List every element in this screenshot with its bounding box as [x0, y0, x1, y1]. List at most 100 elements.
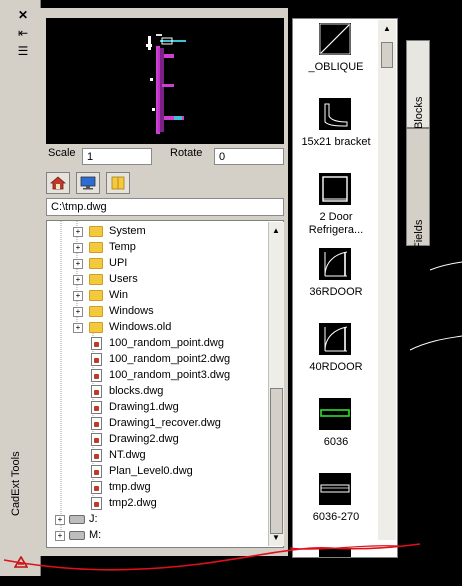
- folder-icon: [89, 290, 103, 301]
- tree-folder-row[interactable]: + Temp: [47, 239, 267, 255]
- folder-icon: [111, 176, 125, 190]
- preview-image-icon: [146, 34, 186, 134]
- scale-input[interactable]: 1: [82, 148, 152, 165]
- block-label[interactable]: 36RDOOR: [293, 286, 379, 299]
- tree-folder-row[interactable]: + Windows.old: [47, 319, 267, 335]
- properties-button[interactable]: ☰: [14, 44, 32, 58]
- tree-file-label: 100_random_point2.dwg: [109, 353, 231, 365]
- desktop-icon: [80, 176, 96, 190]
- door-icon[interactable]: [319, 248, 351, 280]
- block-label[interactable]: 15x21 bracket: [293, 136, 379, 149]
- bracket-icon[interactable]: [319, 98, 351, 130]
- dwg-file-icon: [91, 433, 102, 446]
- desktop-button[interactable]: [76, 172, 100, 194]
- tree-file-row[interactable]: 100_random_point.dwg: [47, 335, 267, 351]
- block-label[interactable]: 6036: [293, 436, 379, 449]
- tree-folder-label: UPI: [109, 257, 128, 269]
- rotate-label: Rotate: [170, 147, 203, 159]
- expand-icon[interactable]: +: [73, 307, 83, 317]
- green-bar-icon[interactable]: [319, 398, 351, 430]
- block-label[interactable]: 2 Door Refrigera...: [293, 211, 379, 237]
- tree-scroll-thumb[interactable]: [270, 388, 283, 534]
- tree-file-label: Drawing1_recover.dwg: [109, 417, 221, 429]
- palette-scrollbar[interactable]: ▲: [378, 20, 396, 540]
- block-label[interactable]: 40RDOOR: [293, 361, 379, 374]
- tree-file-row[interactable]: Drawing2.dwg: [47, 431, 267, 447]
- expand-icon[interactable]: +: [73, 275, 83, 285]
- door-icon[interactable]: [319, 323, 351, 355]
- tree-drive-label: J:: [89, 513, 98, 525]
- tree-scrollbar[interactable]: ▲ ▼: [268, 222, 284, 546]
- dwg-file-icon: [91, 449, 102, 462]
- folder-icon: [89, 306, 103, 317]
- expand-icon[interactable]: +: [73, 291, 83, 301]
- expand-icon[interactable]: +: [55, 515, 65, 525]
- scale-label: Scale: [48, 147, 76, 159]
- home-button[interactable]: [46, 172, 70, 194]
- dwg-file-icon: [91, 337, 102, 350]
- dwg-file-icon: [91, 401, 102, 414]
- close-button[interactable]: ✕: [14, 8, 32, 22]
- expand-icon[interactable]: +: [73, 323, 83, 333]
- palette-title: CadExt Tools: [10, 451, 22, 516]
- tree-drive-row[interactable]: + J:: [47, 511, 267, 527]
- palette-scroll-thumb[interactable]: [381, 42, 393, 68]
- file-tree[interactable]: + System + Temp + UPI + Users + Win + Windows + Windo…: [46, 220, 284, 548]
- folder-icon: [89, 226, 103, 237]
- tree-folder-label: Users: [109, 273, 138, 285]
- tree-file-row[interactable]: blocks.dwg: [47, 383, 267, 399]
- dwg-file-icon: [91, 353, 102, 366]
- tree-file-row[interactable]: tmp.dwg: [47, 479, 267, 495]
- tree-folder-row[interactable]: + System: [47, 223, 267, 239]
- autohide-button[interactable]: ⇤: [14, 26, 32, 40]
- tree-file-label: tmp.dwg: [109, 481, 151, 493]
- tree-file-row[interactable]: Plan_Level0.dwg: [47, 463, 267, 479]
- tree-file-row[interactable]: Drawing1_recover.dwg: [47, 415, 267, 431]
- drive-icon: [69, 531, 85, 540]
- tree-file-row[interactable]: NT.dwg: [47, 447, 267, 463]
- tree-file-label: NT.dwg: [109, 449, 146, 461]
- tree-folder-label: Windows: [109, 305, 154, 317]
- rotate-input[interactable]: 0: [214, 148, 284, 165]
- expand-icon[interactable]: +: [73, 227, 83, 237]
- folder-icon: [89, 242, 103, 253]
- tab-blocks[interactable]: Blocks: [406, 40, 430, 129]
- tree-file-row[interactable]: Drawing1.dwg: [47, 399, 267, 415]
- tree-folder-row[interactable]: + Win: [47, 287, 267, 303]
- palette-scroll-up-icon[interactable]: ▲: [383, 24, 391, 33]
- tree-folder-row[interactable]: + Windows: [47, 303, 267, 319]
- block-label[interactable]: 6036-270: [293, 511, 379, 524]
- tree-file-label: blocks.dwg: [109, 385, 164, 397]
- expand-icon[interactable]: +: [73, 243, 83, 253]
- tree-file-label: Drawing2.dwg: [109, 433, 179, 445]
- refrigerator-icon[interactable]: [319, 173, 351, 205]
- tree-file-row[interactable]: 100_random_point3.dwg: [47, 367, 267, 383]
- drive-icon: [69, 515, 85, 524]
- tree-folder-row[interactable]: + Users: [47, 271, 267, 287]
- background-drawing-lines: [409, 261, 462, 351]
- dwg-file-icon: [91, 497, 102, 510]
- dwg-file-icon: [91, 369, 102, 382]
- tree-folder-label: System: [109, 225, 146, 237]
- oblique-icon[interactable]: [319, 23, 351, 55]
- tree-file-row[interactable]: 100_random_point2.dwg: [47, 351, 267, 367]
- tree-file-label: Drawing1.dwg: [109, 401, 179, 413]
- dwg-file-icon: [91, 465, 102, 478]
- bar-icon[interactable]: [319, 473, 351, 505]
- tree-file-label: 100_random_point3.dwg: [109, 369, 231, 381]
- tree-file-label: 100_random_point.dwg: [109, 337, 224, 349]
- scroll-up-arrow-icon[interactable]: ▲: [272, 226, 280, 235]
- dwg-file-icon: [91, 385, 102, 398]
- favorites-button[interactable]: [106, 172, 130, 194]
- palette-title-bar: ✕ ⇤ ☰ CadExt Tools: [0, 0, 41, 576]
- block-label[interactable]: _OBLIQUE: [293, 61, 379, 74]
- tree-folder-label: Win: [109, 289, 128, 301]
- folder-icon: [89, 322, 103, 333]
- tab-fields[interactable]: Fields: [406, 128, 430, 249]
- dwg-file-icon: [91, 417, 102, 430]
- expand-icon[interactable]: +: [73, 259, 83, 269]
- tree-folder-row[interactable]: + UPI: [47, 255, 267, 271]
- tree-file-label: tmp2.dwg: [109, 497, 157, 509]
- tree-file-row[interactable]: tmp2.dwg: [47, 495, 267, 511]
- path-input[interactable]: C:\tmp.dwg: [46, 198, 284, 216]
